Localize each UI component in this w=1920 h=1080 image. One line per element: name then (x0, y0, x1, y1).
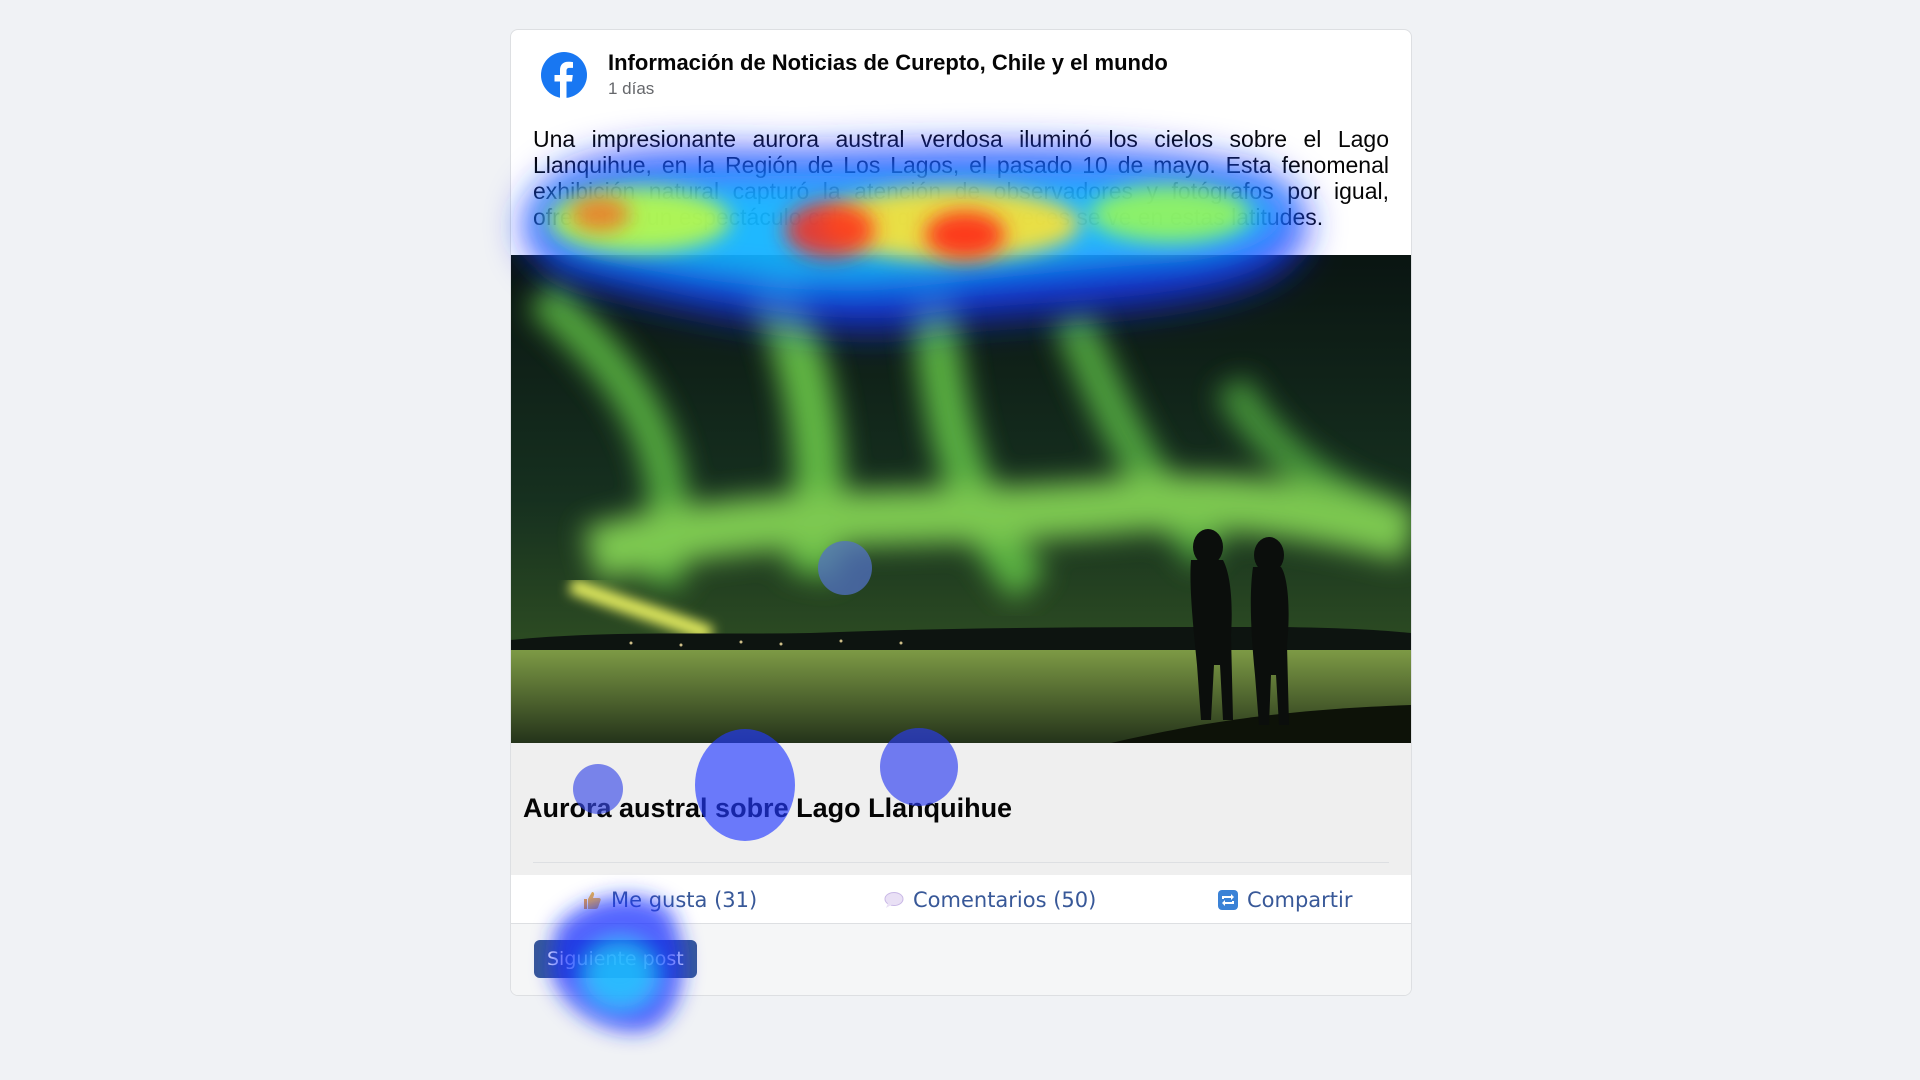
like-button[interactable]: Me gusta (31) (581, 880, 757, 920)
page-name[interactable]: Información de Noticias de Curepto, Chil… (608, 50, 1168, 76)
speech-bubble-icon (884, 892, 904, 908)
post-footer: Siguiente post (511, 923, 1411, 995)
caption-band: Aurora austral sobre Lago Llanquihue (511, 743, 1411, 875)
facebook-logo-icon[interactable] (541, 52, 587, 98)
post-image[interactable] (511, 255, 1411, 743)
post-card: Información de Noticias de Curepto, Chil… (510, 29, 1412, 996)
share-button[interactable]: Compartir (1217, 880, 1353, 920)
comment-label: Comentarios (50) (913, 888, 1097, 912)
thumbs-up-icon (584, 892, 601, 909)
image-caption: Aurora austral sobre Lago Llanquihue (523, 793, 1013, 823)
next-post-button[interactable]: Siguiente post (534, 940, 697, 978)
divider (533, 862, 1389, 863)
post-timestamp: 1 días (608, 79, 655, 98)
aurora-photo (511, 255, 1411, 743)
like-label: Me gusta (31) (611, 888, 758, 912)
post-header: Información de Noticias de Curepto, Chil… (511, 30, 1411, 120)
comment-button[interactable]: Comentarios (50) (883, 880, 1096, 920)
share-arrows-icon (1218, 890, 1238, 910)
share-label: Compartir (1247, 888, 1353, 912)
post-text: Una impresionante aurora austral verdosa… (533, 126, 1389, 230)
